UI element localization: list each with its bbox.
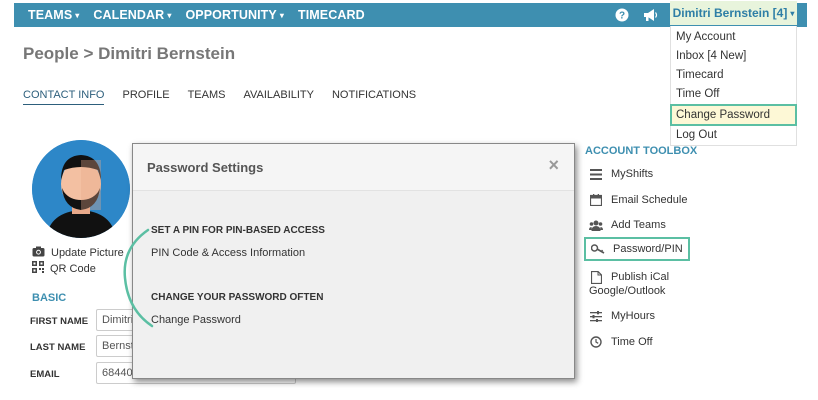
password-settings-modal: Password Settings × SET A PIN FOR PIN-BA… bbox=[132, 143, 575, 379]
megaphone-icon[interactable] bbox=[642, 7, 658, 23]
menu-item-inbox[interactable]: Inbox [4 New] bbox=[671, 47, 796, 66]
tab-teams[interactable]: TEAMS bbox=[188, 89, 226, 105]
menu-item-my-account[interactable]: My Account bbox=[671, 28, 796, 47]
chevron-down-icon: ▾ bbox=[790, 8, 795, 18]
password-section-heading: CHANGE YOUR PASSWORD OFTEN bbox=[151, 292, 324, 303]
sliders-icon bbox=[589, 309, 603, 323]
users-icon bbox=[589, 218, 603, 232]
camera-icon bbox=[32, 246, 45, 260]
modal-title: Password Settings bbox=[147, 160, 264, 175]
email-label: EMAIL bbox=[30, 369, 60, 380]
modal-header: Password Settings × bbox=[133, 144, 574, 191]
pin-section-heading: SET A PIN FOR PIN-BASED ACCESS bbox=[151, 225, 325, 236]
change-password-link[interactable]: Change Password bbox=[151, 314, 241, 326]
avatar bbox=[32, 140, 130, 238]
toolbox-time-off[interactable]: Time Off bbox=[589, 335, 653, 349]
chevron-down-icon: ▾ bbox=[167, 10, 172, 20]
close-icon[interactable]: × bbox=[548, 155, 559, 176]
toolbox-password-pin[interactable]: Password/PIN bbox=[584, 237, 690, 261]
menu-item-log-out[interactable]: Log Out bbox=[671, 126, 796, 145]
qr-code-label: QR Code bbox=[50, 262, 96, 275]
svg-text:?: ? bbox=[619, 11, 625, 22]
document-icon bbox=[589, 270, 603, 284]
qr-code-link[interactable]: QR Code bbox=[32, 261, 96, 276]
user-menu-button[interactable]: Dimitri Bernstein [4] ▾ bbox=[670, 1, 797, 25]
user-dropdown-menu: My Account Inbox [4 New] Timecard Time O… bbox=[670, 26, 797, 146]
menu-item-time-off[interactable]: Time Off bbox=[671, 85, 796, 104]
toolbox-email-schedule[interactable]: Email Schedule bbox=[589, 193, 687, 207]
nav-icons: ? bbox=[614, 3, 658, 27]
nav-timecard[interactable]: TIMECARD bbox=[298, 8, 365, 22]
qr-code-icon bbox=[32, 261, 44, 276]
nav-opportunity[interactable]: OPPORTUNITY ▾ bbox=[185, 8, 284, 22]
toolbox-myhours[interactable]: MyHours bbox=[589, 309, 655, 323]
update-picture-label: Update Picture bbox=[51, 247, 124, 259]
calendar-icon bbox=[589, 193, 603, 207]
help-icon[interactable]: ? bbox=[614, 7, 630, 23]
tab-availability[interactable]: AVAILABILITY bbox=[243, 89, 314, 105]
menu-item-timecard[interactable]: Timecard bbox=[671, 66, 796, 85]
tab-notifications[interactable]: NOTIFICATIONS bbox=[332, 89, 416, 105]
tab-profile[interactable]: PROFILE bbox=[122, 89, 169, 105]
account-toolbox-heading: ACCOUNT TOOLBOX bbox=[585, 145, 698, 157]
clock-icon bbox=[589, 335, 603, 349]
pin-code-access-link[interactable]: PIN Code & Access Information bbox=[151, 247, 305, 259]
last-name-label: LAST NAME bbox=[30, 342, 86, 353]
toolbox-add-teams[interactable]: Add Teams bbox=[589, 218, 666, 232]
key-icon bbox=[591, 242, 605, 256]
menu-item-change-password[interactable]: Change Password bbox=[670, 104, 797, 126]
toolbox-myshifts[interactable]: MyShifts bbox=[589, 167, 653, 181]
chevron-down-icon: ▾ bbox=[75, 10, 80, 20]
toolbox-publish-ical[interactable]: Publish iCal Google/Outlook bbox=[589, 270, 669, 298]
main-nav: TEAMS ▾ CALENDAR ▾ OPPORTUNITY ▾ TIMECARD bbox=[28, 3, 365, 27]
chevron-down-icon: ▾ bbox=[279, 10, 284, 20]
update-picture-link[interactable]: Update Picture bbox=[32, 246, 124, 260]
annotation-bracket bbox=[123, 228, 154, 328]
nav-calendar[interactable]: CALENDAR ▾ bbox=[93, 8, 171, 22]
page-title: People > Dimitri Bernstein bbox=[23, 44, 236, 63]
basic-section-heading: BASIC bbox=[32, 292, 67, 304]
tab-contact-info[interactable]: CONTACT INFO bbox=[23, 89, 105, 105]
list-icon bbox=[589, 167, 603, 181]
profile-tabs: CONTACT INFO PROFILE TEAMS AVAILABILITY … bbox=[23, 89, 416, 105]
nav-teams[interactable]: TEAMS ▾ bbox=[28, 8, 79, 22]
first-name-label: FIRST NAME bbox=[30, 316, 89, 327]
